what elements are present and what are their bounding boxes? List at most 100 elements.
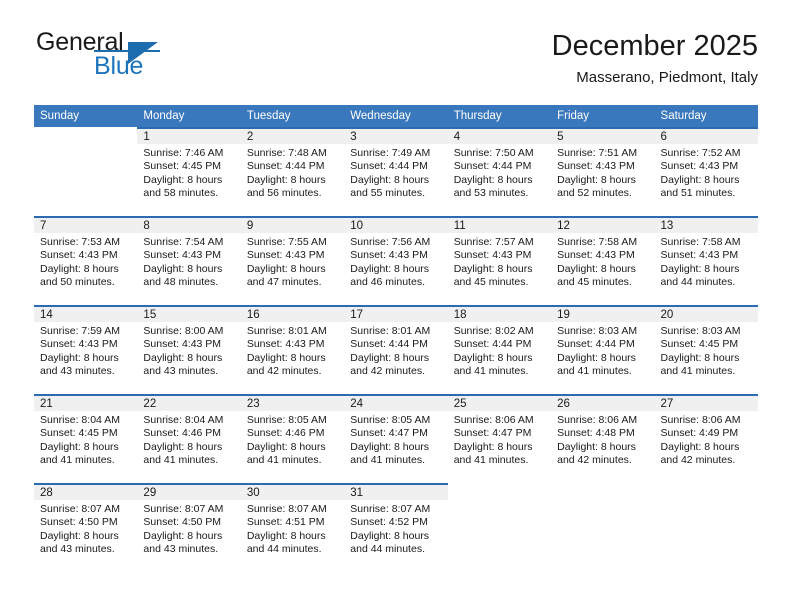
calendar-day-cell[interactable]: 12 Sunrise: 7:58 AM Sunset: 4:43 PM Dayligh… — [551, 216, 655, 298]
calendar-day-cell[interactable]: 5 Sunrise: 7:51 AM Sunset: 4:43 PM Daylight… — [551, 127, 655, 209]
sunrise-text: Sunrise: 7:46 AM — [143, 147, 224, 159]
calendar-day-cell[interactable]: 15 Sunrise: 8:00 AM Sunset: 4:43 PM Dayligh… — [137, 305, 241, 387]
daylight-text-line1: Daylight: 8 hours — [350, 529, 430, 542]
calendar-day-cell[interactable]: 11 Sunrise: 7:57 AM Sunset: 4:43 PM Dayligh… — [447, 216, 552, 298]
calendar-day-cell[interactable]: 25 Sunrise: 8:06 AM Sunset: 4:47 PM Dayligh… — [447, 394, 552, 476]
calendar-day-cell[interactable]: 31 Sunrise: 8:07 AM Sunset: 4:52 PM Dayligh… — [344, 483, 448, 565]
calendar-day-cell[interactable]: 29 Sunrise: 8:07 AM Sunset: 4:50 PM Dayligh… — [137, 483, 241, 565]
daylight-text-line1: Daylight: 8 hours — [40, 262, 119, 275]
day-number-band: 6 — [654, 127, 758, 144]
daylight-text-line1: Daylight: 8 hours — [246, 440, 326, 453]
day-number: 4 — [453, 131, 461, 143]
day-number-band: 14 — [34, 305, 138, 322]
week-row-spacer-cell — [34, 209, 758, 216]
daylight-text-line2: and 42 minutes. — [350, 364, 425, 377]
sunrise-text: Sunrise: 8:05 AM — [350, 414, 431, 426]
weekday-header-thursday: Thursday — [447, 105, 552, 127]
daylight-text-line2: and 41 minutes. — [557, 364, 632, 377]
day-details: Sunrise: 7:53 AM Sunset: 4:43 PM Daylight:… — [34, 233, 137, 289]
calendar-day-cell[interactable]: 19 Sunrise: 8:03 AM Sunset: 4:44 PM Dayligh… — [551, 305, 655, 387]
calendar-day-cell[interactable]: 1 Sunrise: 7:46 AM Sunset: 4:45 PM Daylight… — [137, 127, 241, 209]
calendar-day-cell[interactable]: 6 Sunrise: 7:52 AM Sunset: 4:43 PM Daylight… — [654, 127, 758, 209]
day-number: 21 — [40, 398, 53, 410]
daylight-text-line2: and 41 minutes. — [660, 364, 736, 377]
sunrise-text: Sunrise: 8:00 AM — [143, 325, 224, 337]
day-details: Sunrise: 8:06 AM Sunset: 4:49 PM Daylight:… — [655, 411, 758, 467]
sunrise-text: Sunrise: 8:01 AM — [350, 325, 431, 337]
daylight-text-line2: and 51 minutes. — [660, 186, 736, 199]
day-details: Sunrise: 7:59 AM Sunset: 4:43 PM Daylight:… — [34, 322, 137, 378]
day-number: 5 — [557, 131, 564, 143]
day-details: Sunrise: 8:04 AM Sunset: 4:46 PM Daylight:… — [137, 411, 240, 467]
brand-logo[interactable]: General Blue — [34, 28, 254, 88]
calendar-table: Sunday Monday Tuesday Wednesday Thursday… — [34, 105, 758, 565]
day-details: Sunrise: 8:03 AM Sunset: 4:45 PM Daylight:… — [655, 322, 758, 378]
calendar-day-cell[interactable]: 7 Sunrise: 7:53 AM Sunset: 4:43 PM Daylight… — [34, 216, 138, 298]
daylight-text-line2: and 53 minutes. — [453, 186, 529, 199]
day-number: 16 — [246, 309, 260, 321]
sunset-text: Sunset: 4:47 PM — [350, 427, 428, 440]
calendar-day-cell[interactable]: 26 Sunrise: 8:06 AM Sunset: 4:48 PM Dayligh… — [551, 394, 655, 476]
day-details: Sunrise: 8:01 AM Sunset: 4:44 PM Daylight:… — [344, 322, 447, 378]
week-row-spacer-cell — [34, 298, 758, 305]
day-number-band: 2 — [240, 127, 345, 144]
sunset-text: Sunset: 4:44 PM — [350, 160, 428, 173]
day-details: Sunrise: 8:06 AM Sunset: 4:47 PM Daylight:… — [448, 411, 551, 467]
daylight-text-line2: and 55 minutes. — [350, 186, 425, 199]
day-details: Sunrise: 7:54 AM Sunset: 4:43 PM Daylight:… — [137, 233, 240, 289]
day-number-band: 27 — [654, 394, 758, 411]
day-number-band: 11 — [447, 216, 552, 233]
sunset-text: Sunset: 4:49 PM — [660, 427, 739, 440]
calendar-day-cell[interactable]: 30 Sunrise: 8:07 AM Sunset: 4:51 PM Dayligh… — [240, 483, 345, 565]
calendar-week-row: 28 Sunrise: 8:07 AM Sunset: 4:50 PM Dayligh… — [34, 483, 758, 565]
calendar-day-cell[interactable]: 18 Sunrise: 8:02 AM Sunset: 4:44 PM Dayligh… — [447, 305, 552, 387]
sunset-text: Sunset: 4:46 PM — [246, 427, 325, 440]
calendar-day-cell[interactable]: 13 Sunrise: 7:58 AM Sunset: 4:43 PM Dayligh… — [654, 216, 758, 298]
calendar-day-cell[interactable]: 10 Sunrise: 7:56 AM Sunset: 4:43 PM Dayligh… — [344, 216, 448, 298]
location-subtitle: Masserano, Piedmont, Italy — [576, 69, 758, 86]
sunset-text: Sunset: 4:46 PM — [143, 427, 222, 440]
daylight-text-line2: and 56 minutes. — [246, 186, 322, 199]
calendar-day-cell[interactable]: 17 Sunrise: 8:01 AM Sunset: 4:44 PM Dayligh… — [344, 305, 448, 387]
calendar-day-cell[interactable]: 28 Sunrise: 8:07 AM Sunset: 4:50 PM Dayligh… — [34, 483, 138, 565]
calendar-day-cell[interactable]: 23 Sunrise: 8:05 AM Sunset: 4:46 PM Dayligh… — [240, 394, 345, 476]
calendar-day-cell[interactable]: 27 Sunrise: 8:06 AM Sunset: 4:49 PM Dayligh… — [654, 394, 758, 476]
day-details: Sunrise: 8:07 AM Sunset: 4:51 PM Daylight:… — [241, 500, 344, 556]
calendar-day-cell[interactable]: 24 Sunrise: 8:05 AM Sunset: 4:47 PM Dayligh… — [344, 394, 448, 476]
daylight-text-line1: Daylight: 8 hours — [350, 351, 430, 364]
day-details: Sunrise: 8:05 AM Sunset: 4:47 PM Daylight:… — [344, 411, 447, 467]
day-number-band: 29 — [137, 483, 241, 500]
calendar-day-cell[interactable]: 22 Sunrise: 8:04 AM Sunset: 4:46 PM Dayligh… — [137, 394, 241, 476]
sunrise-text: Sunrise: 7:54 AM — [143, 236, 224, 248]
calendar-day-cell[interactable]: 9 Sunrise: 7:55 AM Sunset: 4:43 PM Daylight… — [240, 216, 345, 298]
day-details: Sunrise: 7:58 AM Sunset: 4:43 PM Daylight:… — [551, 233, 654, 289]
sunset-text: Sunset: 4:43 PM — [143, 338, 222, 351]
sunrise-text: Sunrise: 8:01 AM — [246, 325, 327, 337]
sunset-text: Sunset: 4:43 PM — [143, 249, 222, 262]
sunset-text: Sunset: 4:43 PM — [40, 249, 118, 262]
calendar-day-cell[interactable]: 8 Sunrise: 7:54 AM Sunset: 4:43 PM Daylight… — [137, 216, 241, 298]
sunrise-text: Sunrise: 8:07 AM — [40, 503, 120, 515]
daylight-text-line2: and 41 minutes. — [40, 453, 115, 466]
day-number-band — [34, 127, 137, 144]
daylight-text-line1: Daylight: 8 hours — [557, 351, 636, 364]
calendar-day-cell[interactable]: 2 Sunrise: 7:48 AM Sunset: 4:44 PM Daylight… — [240, 127, 345, 209]
day-number: 10 — [350, 220, 364, 232]
sunrise-text: Sunrise: 7:56 AM — [350, 236, 431, 248]
day-number: 25 — [453, 398, 467, 410]
sunset-text: Sunset: 4:43 PM — [246, 338, 325, 351]
calendar-day-cell[interactable]: 20 Sunrise: 8:03 AM Sunset: 4:45 PM Dayligh… — [654, 305, 758, 387]
sunset-text: Sunset: 4:44 PM — [246, 160, 325, 173]
sunrise-text: Sunrise: 8:07 AM — [246, 503, 327, 515]
sunset-text: Sunset: 4:44 PM — [453, 160, 532, 173]
calendar-day-cell[interactable]: 21 Sunrise: 8:04 AM Sunset: 4:45 PM Dayligh… — [34, 394, 138, 476]
day-details: Sunrise: 7:58 AM Sunset: 4:43 PM Daylight:… — [655, 233, 758, 289]
calendar-day-cell[interactable]: 16 Sunrise: 8:01 AM Sunset: 4:43 PM Dayligh… — [240, 305, 345, 387]
calendar-day-cell[interactable]: 3 Sunrise: 7:49 AM Sunset: 4:44 PM Daylight… — [344, 127, 448, 209]
day-number-band: 19 — [551, 305, 655, 322]
daylight-text-line1: Daylight: 8 hours — [40, 440, 119, 453]
day-number: 31 — [350, 487, 364, 499]
calendar-day-cell[interactable]: 4 Sunrise: 7:50 AM Sunset: 4:44 PM Daylight… — [447, 127, 552, 209]
calendar-day-cell[interactable]: 14 Sunrise: 7:59 AM Sunset: 4:43 PM Dayligh… — [34, 305, 138, 387]
daylight-text-line1: Daylight: 8 hours — [453, 173, 533, 186]
